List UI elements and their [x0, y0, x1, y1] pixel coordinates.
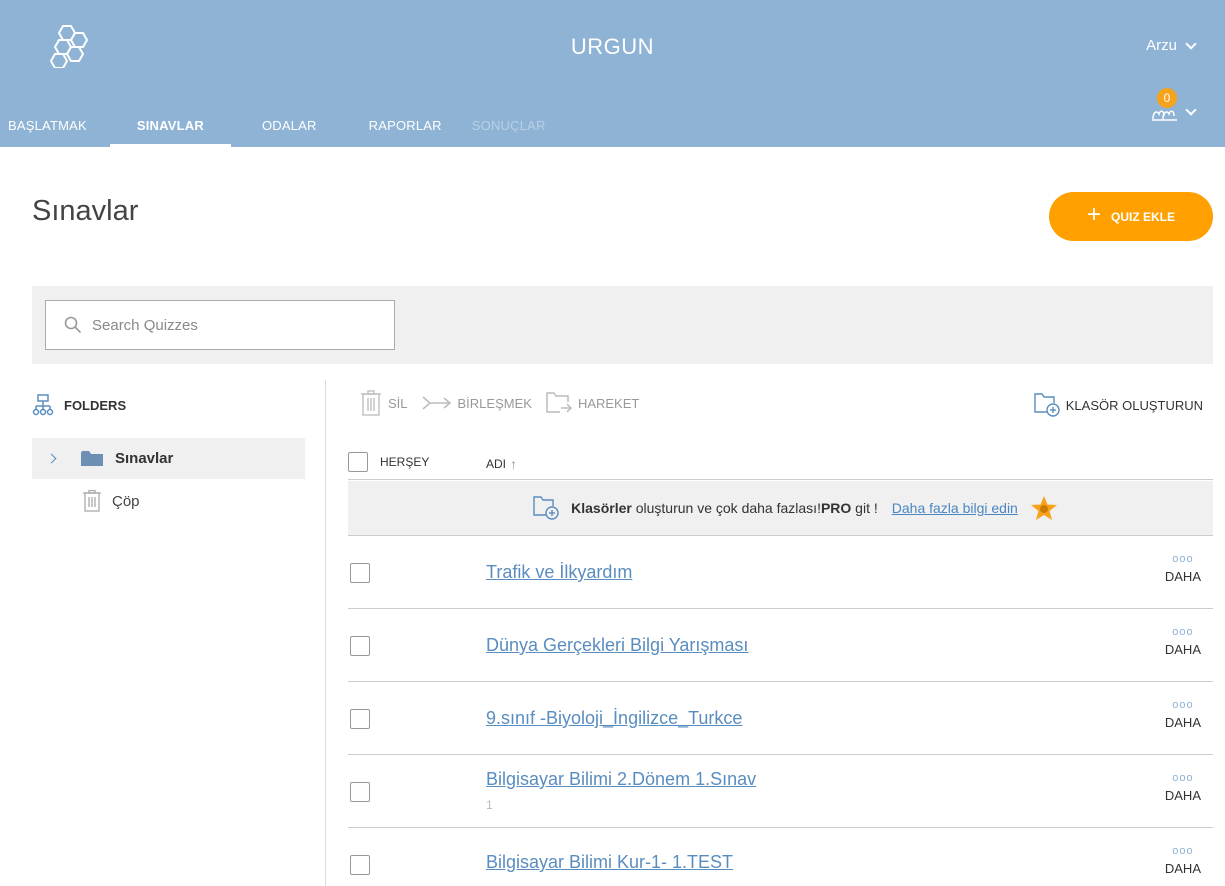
quiz-row: Bilgisayar Bilimi 2.Dönem 1.Sınav 1 ooo … — [348, 755, 1213, 828]
tab-baslatmak[interactable]: BAŞLATMAK — [8, 104, 96, 147]
more-dots-icon: ooo — [1172, 626, 1194, 638]
folders-heading: FOLDERS — [32, 380, 126, 430]
more-dots-icon: ooo — [1172, 553, 1194, 565]
more-label: DAHA — [1164, 788, 1201, 803]
select-all-checkbox[interactable] — [348, 452, 368, 472]
notifications-icon: 0 — [1151, 88, 1179, 124]
folder-icon — [81, 450, 103, 466]
more-button[interactable]: ooo DAHA — [1164, 845, 1201, 877]
merge-button[interactable]: BİRLEŞMEK — [422, 395, 532, 411]
app-title: URGUN — [570, 34, 655, 59]
quiz-row: Dünya Gerçekleri Bilgi Yarışması ooo DAH… — [348, 609, 1213, 682]
search-bar — [32, 286, 1213, 364]
more-label: DAHA — [1164, 569, 1201, 584]
move-folder-icon — [546, 392, 572, 413]
more-label: DAHA — [1164, 861, 1201, 876]
quiz-name-link[interactable]: 9.sınıf -Biyoloji_İngilizce_Turkce — [486, 708, 742, 729]
search-input[interactable] — [92, 316, 382, 334]
top-header: URGUN Arzu BAŞLATMAK SINAVLAR ODALAR RAP… — [0, 0, 1225, 147]
promo-text-1: oluşturun ve çok daha fazlası! — [631, 500, 821, 516]
row-checkbox[interactable] — [350, 636, 370, 656]
user-menu[interactable]: Arzu — [1146, 37, 1197, 54]
folders-sidebar: FOLDERS Sınavlar Çöp — [32, 380, 326, 886]
sidebar-item-label: Çöp — [112, 492, 140, 510]
user-name: Arzu — [1146, 37, 1177, 54]
notifications-menu[interactable]: 0 — [1151, 88, 1197, 124]
more-dots-icon: ooo — [1172, 845, 1194, 857]
trash-icon — [361, 390, 381, 416]
search-box — [45, 300, 395, 350]
chevron-right-icon[interactable] — [46, 453, 57, 464]
promo-bold: Klasörler — [571, 500, 632, 516]
add-quiz-label: QUIZ EKLE — [1111, 209, 1176, 224]
folder-add-icon — [1034, 393, 1060, 417]
move-button[interactable]: HAREKET — [546, 392, 639, 414]
sort-arrow-up-icon: ↑ — [510, 456, 518, 472]
notification-badge: 0 — [1157, 88, 1177, 108]
main-nav: BAŞLATMAK SINAVLAR ODALAR RAPORLAR SONUÇ… — [0, 104, 567, 147]
more-dots-icon: ooo — [1172, 699, 1194, 711]
quiz-name-link[interactable]: Bilgisayar Bilimi 2.Dönem 1.Sınav — [486, 769, 756, 790]
name-column-label: ADI — [486, 457, 507, 471]
more-button[interactable]: ooo DAHA — [1164, 699, 1201, 731]
tab-raporlar[interactable]: RAPORLAR — [360, 104, 451, 147]
name-column-header[interactable]: ADI ↑ — [486, 456, 517, 472]
tab-sinavlar[interactable]: SINAVLAR — [109, 104, 232, 147]
quiz-name-link[interactable]: Bilgisayar Bilimi Kur-1- 1.TEST — [486, 852, 733, 873]
quiz-subtitle: 1 — [486, 798, 493, 812]
list-header: HERŞEY ADI ↑ — [348, 448, 1213, 480]
sidebar-item-trash[interactable]: Çöp — [82, 486, 140, 516]
promo-pro: PRO — [820, 500, 852, 516]
quiz-row: Trafik ve İlkyardım ooo DAHA — [348, 536, 1213, 609]
folder-tree-icon — [32, 394, 54, 416]
select-all-label: HERŞEY — [380, 455, 430, 469]
row-checkbox[interactable] — [350, 782, 370, 802]
merge-label: BİRLEŞMEK — [457, 395, 532, 411]
more-label: DAHA — [1164, 715, 1201, 730]
promo-text: Klasörler oluşturun ve çok daha fazlası!… — [571, 500, 878, 516]
merge-icon — [422, 396, 451, 410]
search-icon — [64, 316, 82, 334]
chevron-down-icon — [1185, 104, 1197, 116]
more-button[interactable]: ooo DAHA — [1164, 772, 1201, 804]
quiz-name-link[interactable]: Trafik ve İlkyardım — [486, 562, 632, 583]
delete-button[interactable]: SİL — [360, 390, 408, 416]
chevron-down-icon — [1185, 37, 1197, 50]
select-all[interactable]: HERŞEY — [348, 452, 429, 472]
promo-text-2: git ! — [851, 500, 878, 516]
plus-icon: + — [1086, 201, 1101, 228]
more-label: DAHA — [1164, 642, 1201, 657]
delete-label: SİL — [388, 395, 408, 411]
more-button[interactable]: ooo DAHA — [1164, 626, 1201, 658]
folder-add-icon — [533, 496, 559, 520]
trash-icon — [83, 490, 101, 512]
more-dots-icon: ooo — [1172, 772, 1194, 784]
tab-sonuclar: SONUÇLAR — [471, 118, 546, 133]
add-quiz-button[interactable]: + QUIZ EKLE — [1049, 192, 1213, 241]
row-checkbox[interactable] — [350, 709, 370, 729]
sidebar-item-label: Sınavlar — [115, 450, 174, 467]
star-icon — [1030, 496, 1057, 520]
folders-heading-label: FOLDERS — [64, 397, 127, 413]
row-checkbox[interactable] — [350, 855, 370, 875]
sidebar-item-sinavlar[interactable]: Sınavlar — [32, 438, 305, 479]
row-checkbox[interactable] — [350, 563, 370, 583]
create-folder-button[interactable]: KLASÖR OLUŞTURUN — [1034, 393, 1203, 417]
move-label: HAREKET — [577, 395, 640, 411]
create-folder-label: KLASÖR OLUŞTURUN — [1065, 397, 1203, 413]
learn-more-link[interactable]: Daha fazla bilgi edin — [892, 500, 1018, 516]
tab-odalar[interactable]: ODALAR — [253, 104, 326, 147]
quiz-row: Bilgisayar Bilimi Kur-1- 1.TEST ooo DAHA — [348, 828, 1213, 886]
page-title: Sınavlar — [32, 195, 139, 227]
list-toolbar: SİL BİRLEŞMEK HAREKET — [360, 390, 639, 416]
pro-promo-banner: Klasörler oluşturun ve çok daha fazlası!… — [348, 481, 1213, 536]
quiz-name-link[interactable]: Dünya Gerçekleri Bilgi Yarışması — [486, 635, 748, 656]
quiz-row: 9.sınıf -Biyoloji_İngilizce_Turkce ooo D… — [348, 682, 1213, 755]
more-button[interactable]: ooo DAHA — [1164, 553, 1201, 585]
